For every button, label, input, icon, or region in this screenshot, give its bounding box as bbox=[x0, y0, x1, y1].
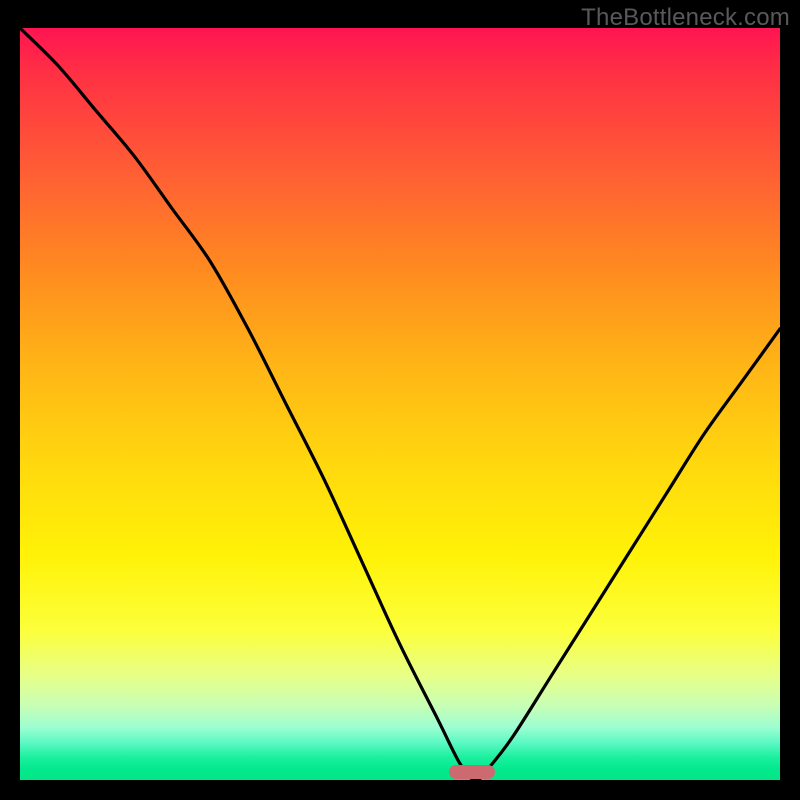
plot-area bbox=[20, 28, 780, 780]
bottleneck-curve bbox=[20, 28, 780, 780]
chart-frame: TheBottleneck.com bbox=[0, 0, 800, 800]
optimum-marker bbox=[449, 765, 495, 779]
watermark-text: TheBottleneck.com bbox=[581, 4, 790, 32]
